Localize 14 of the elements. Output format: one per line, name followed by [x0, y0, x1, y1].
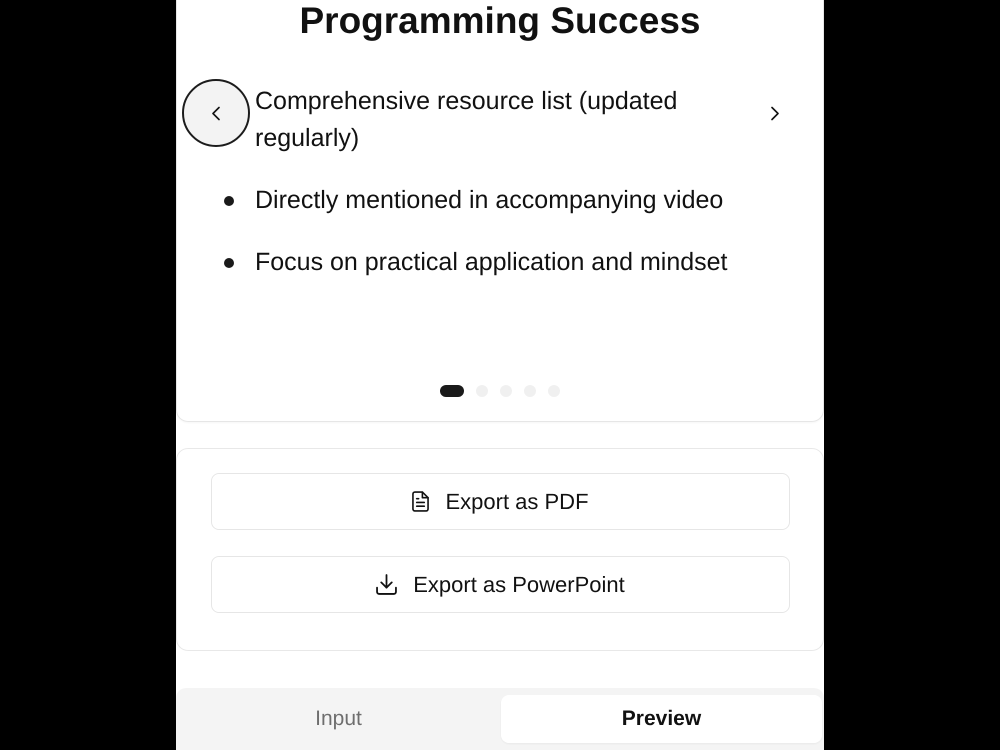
bullet-text: Directly mentioned in accompanying video — [255, 185, 724, 216]
export-button[interactable]: Export as PowerPoint — [211, 556, 790, 613]
slide-title: Programming Success — [300, 0, 700, 42]
bullet-text: Comprehensive resource list (updated regularly) — [255, 86, 678, 154]
download-icon — [376, 574, 398, 595]
tab[interactable]: Preview — [501, 695, 822, 743]
export-button[interactable]: Export as PDF — [211, 473, 790, 530]
document-icon — [412, 491, 430, 512]
chevron-left-icon — [212, 106, 220, 120]
bullet-text: Focus on practical application and mindset — [255, 247, 728, 278]
tab[interactable]: Input — [178, 695, 499, 743]
bullet-icon — [224, 196, 234, 206]
bullet-icon — [224, 258, 234, 268]
chevron-right-icon — [771, 106, 779, 120]
